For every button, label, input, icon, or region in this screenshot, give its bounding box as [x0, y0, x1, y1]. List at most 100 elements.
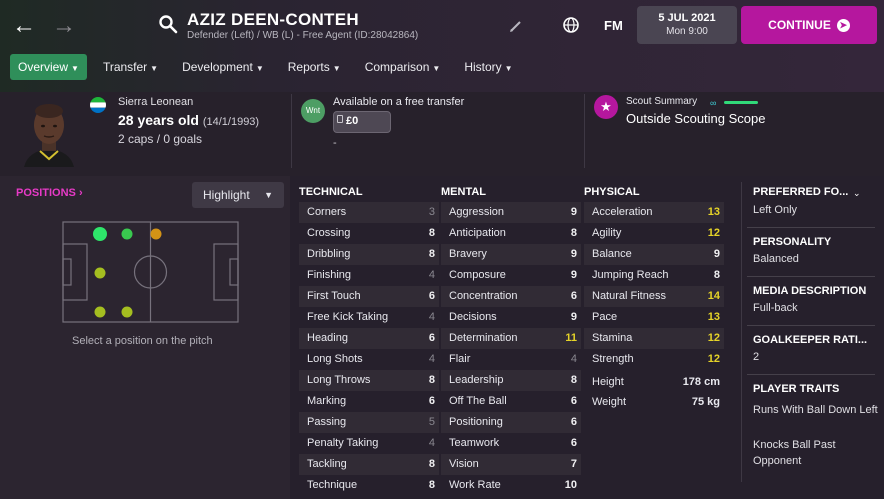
player-traits-title: PLAYER TRAITS	[753, 383, 840, 395]
attribute-value: 4	[428, 437, 435, 449]
physical-attribute-row[interactable]: Stamina 12	[584, 328, 724, 349]
technical-attribute-row[interactable]: Passing 5	[299, 412, 439, 433]
mental-attribute-row[interactable]: Leadership 8	[441, 370, 581, 391]
highlight-dropdown[interactable]: Highlight ▼	[192, 182, 284, 208]
mental-attribute-row[interactable]: Teamwork 6	[441, 433, 581, 454]
technical-attribute-row[interactable]: Marking 6	[299, 391, 439, 412]
chevron-down-icon: ▼	[504, 64, 513, 73]
positions-panel: POSITIONS › Highlight ▼ Select a position…	[0, 176, 290, 499]
attribute-name: Agility	[592, 227, 622, 239]
mental-attribute-row[interactable]: Aggression 9	[441, 202, 581, 223]
attribute-name: Pace	[592, 311, 618, 323]
globe-icon[interactable]	[562, 16, 580, 34]
position-dot-dr[interactable]	[94, 306, 106, 318]
attribute-value: 6	[570, 290, 577, 302]
technical-attribute-row[interactable]: Heading 6	[299, 328, 439, 349]
continue-button[interactable]: CONTINUE ➤	[741, 6, 877, 44]
attribute-value: 4	[428, 269, 435, 281]
chevron-down-icon[interactable]: ⌄	[853, 188, 861, 199]
divider	[747, 325, 875, 326]
position-dot-ml[interactable]	[150, 228, 162, 240]
technical-attribute-row[interactable]: Finishing 4	[299, 265, 439, 286]
transfer-status-icon: Wnt	[301, 99, 325, 123]
technical-attribute-row[interactable]: Long Throws 8	[299, 370, 439, 391]
attribute-value: 6	[428, 332, 435, 344]
mental-attribute-row[interactable]: Flair 4	[441, 349, 581, 370]
preferred-foot-value: Left Only	[753, 204, 798, 216]
continue-arrow-icon: ➤	[836, 18, 850, 32]
mental-attribute-row[interactable]: Composure 9	[441, 265, 581, 286]
position-dot-dl[interactable]	[93, 227, 107, 241]
attribute-value: 9	[713, 248, 720, 260]
forward-arrow-icon[interactable]: →	[52, 12, 76, 40]
top-bar: ← → AZIZ DEEN-CONTEH Defender (Left) / W…	[0, 0, 884, 92]
highlight-label: Highlight	[203, 188, 250, 202]
mental-attribute-row[interactable]: Anticipation 8	[441, 223, 581, 244]
mental-attribute-row[interactable]: Vision 7	[441, 454, 581, 475]
attribute-name: Flair	[449, 353, 471, 365]
mental-attribute-row[interactable]: Work Rate 10	[441, 475, 581, 496]
physical-attribute-row[interactable]: Agility 12	[584, 223, 724, 244]
attribute-value: 8	[428, 458, 435, 470]
attribute-name: Technique	[307, 479, 358, 491]
player-avatar	[20, 99, 78, 167]
attribute-name: Bravery	[449, 248, 487, 260]
attribute-name: Determination	[449, 332, 518, 344]
physical-attribute-row[interactable]: Acceleration 13	[584, 202, 724, 223]
personality-value: Balanced	[753, 253, 799, 265]
physical-attribute-row[interactable]: Pace 13	[584, 307, 724, 328]
tab-label: History	[464, 60, 502, 74]
back-arrow-icon[interactable]: ←	[12, 12, 36, 40]
technical-attribute-row[interactable]: First Touch 6	[299, 286, 439, 307]
mental-attribute-row[interactable]: Positioning 6	[441, 412, 581, 433]
mental-attribute-row[interactable]: Off The Ball 6	[441, 391, 581, 412]
position-pitch[interactable]	[62, 221, 239, 323]
technical-attribute-row[interactable]: Tackling 8	[299, 454, 439, 475]
tab-comparison[interactable]: Comparison ▼	[357, 54, 449, 80]
pencil-icon[interactable]	[509, 19, 523, 33]
technical-attribute-row[interactable]: Technique 8	[299, 475, 439, 496]
physical-attribute-row[interactable]: Strength 12	[584, 349, 724, 370]
attribute-value: 14	[707, 290, 720, 302]
technical-attribute-row[interactable]: Dribbling 8	[299, 244, 439, 265]
technical-attribute-row[interactable]: Free Kick Taking 4	[299, 307, 439, 328]
tab-transfer[interactable]: Transfer ▼	[95, 54, 166, 80]
position-dot-wbr[interactable]	[121, 306, 133, 318]
attribute-value: 10	[564, 479, 577, 491]
technical-attribute-row[interactable]: Penalty Taking 4	[299, 433, 439, 454]
attribute-value: 12	[707, 332, 720, 344]
tab-overview[interactable]: Overview ▼	[10, 54, 87, 80]
day-time-label: Mon 9:00	[666, 26, 708, 37]
position-dot-wbl[interactable]	[121, 228, 133, 240]
technical-attribute-row[interactable]: Corners 3	[299, 202, 439, 223]
mental-attribute-row[interactable]: Decisions 9	[441, 307, 581, 328]
media-description-title: MEDIA DESCRIPTION	[753, 285, 867, 297]
physical-attribute-row[interactable]: Natural Fitness 14	[584, 286, 724, 307]
attribute-name: Free Kick Taking	[307, 311, 389, 323]
attribute-name: Long Throws	[307, 374, 371, 386]
height-row: Height 178 cm	[592, 376, 724, 388]
scout-summary-value: Outside Scouting Scope	[626, 111, 766, 126]
tab-reports[interactable]: Reports ▼	[280, 54, 349, 80]
positions-link[interactable]: POSITIONS ›	[16, 187, 83, 199]
chevron-down-icon: ▼	[71, 64, 79, 73]
mental-attribute-row[interactable]: Determination 11	[441, 328, 581, 349]
tab-history[interactable]: History ▼	[456, 54, 520, 80]
physical-attribute-row[interactable]: Jumping Reach 8	[584, 265, 724, 286]
tab-development[interactable]: Development ▼	[174, 54, 272, 80]
attribute-name: Anticipation	[449, 227, 506, 239]
binoculars-icon: ∞	[710, 98, 717, 108]
mental-attribute-row[interactable]: Bravery 9	[441, 244, 581, 265]
flag-icon	[90, 97, 106, 113]
technical-attribute-row[interactable]: Crossing 8	[299, 223, 439, 244]
fm-logo[interactable]: FM	[604, 18, 623, 33]
star-icon: ★	[594, 95, 618, 119]
mental-attribute-row[interactable]: Concentration 6	[441, 286, 581, 307]
media-description-value: Full-back	[753, 302, 798, 314]
date-box[interactable]: 5 JUL 2021 Mon 9:00	[637, 6, 737, 44]
technical-attribute-row[interactable]: Long Shots 4	[299, 349, 439, 370]
goalkeeper-rating-value: 2	[753, 351, 760, 363]
position-dot-dc[interactable]	[94, 267, 106, 279]
physical-attribute-row[interactable]: Balance 9	[584, 244, 724, 265]
search-icon[interactable]	[158, 14, 178, 34]
